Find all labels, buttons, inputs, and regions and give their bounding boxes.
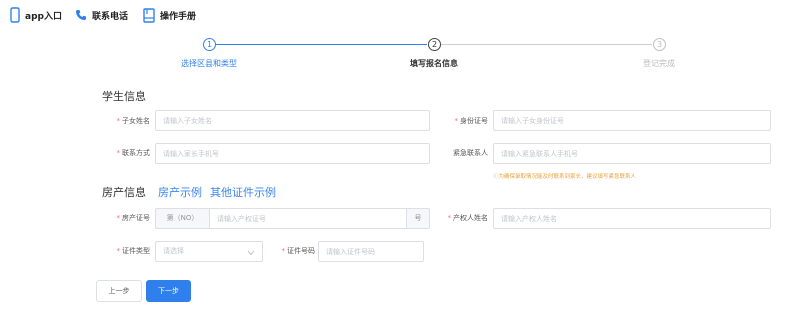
app-entry-link[interactable]: app入口 (10, 6, 62, 24)
app-entry-label: app入口 (25, 11, 62, 22)
step-connector-1-2 (216, 44, 427, 45)
emergency-contact-label: 紧急联系人 (453, 149, 488, 157)
next-step-button[interactable]: 下一步 (146, 280, 191, 302)
step-2-label: 填写报名信息 (410, 59, 458, 68)
required-mark: * (116, 117, 121, 125)
property-info-title: 房产信息 (102, 186, 146, 199)
id-number-label: * 身份证号 (454, 117, 489, 125)
contact-phone-label: 联系电话 (92, 11, 129, 22)
manual-book-icon (143, 7, 155, 23)
child-name-label: * 子女姓名 (116, 117, 151, 125)
cert-number-input[interactable] (209, 208, 407, 229)
step-3-circle: 3 (653, 38, 666, 51)
required-mark: * (116, 247, 121, 255)
phone-device-icon (10, 7, 20, 23)
emergency-hint: ⓘ为确保录取情况能及时联系到家长，建议填写紧急联系人 (493, 174, 637, 180)
emergency-contact-input[interactable] (493, 143, 771, 164)
required-mark: * (116, 149, 121, 157)
other-cert-example-link[interactable]: 其他证件示例 (210, 184, 276, 200)
doc-type-select[interactable]: 请选择 (155, 241, 263, 262)
step-1-label: 选择区县和类型 (181, 59, 237, 68)
doc-type-placeholder: 请选择 (163, 247, 184, 255)
contact-label: * 联系方式 (116, 149, 151, 157)
owner-name-label: * 产权人姓名 (447, 214, 489, 222)
step-2-circle: 2 (428, 38, 441, 51)
doc-number-input[interactable] (318, 241, 424, 262)
phone-icon (76, 10, 86, 20)
contact-phone-link[interactable]: 联系电话 (75, 6, 128, 24)
id-number-input[interactable] (493, 110, 771, 131)
required-mark: * (281, 247, 286, 255)
doc-number-label: * 证件号码 (281, 247, 316, 255)
student-info-title: 学生信息 (102, 90, 146, 103)
child-name-input[interactable] (155, 110, 430, 131)
manual-label: 操作手册 (160, 11, 197, 22)
chevron-down-icon (247, 250, 255, 256)
cert-prefix-addon: 第（NO） (155, 208, 210, 229)
cert-suffix-addon: 号 (406, 208, 430, 229)
doc-type-label: * 证件类型 (116, 247, 151, 255)
manual-link[interactable]: 操作手册 (143, 6, 196, 24)
step-1-circle: 1 (203, 38, 216, 51)
prev-step-button[interactable]: 上一步 (96, 280, 142, 302)
contact-input[interactable] (155, 143, 430, 164)
owner-name-input[interactable] (493, 208, 771, 229)
required-mark: * (447, 214, 452, 222)
cert-number-label: * 房产证号 (116, 214, 151, 222)
top-bar: app入口 联系电话 操作手册 (0, 0, 800, 30)
property-example-link[interactable]: 房产示例 (158, 184, 202, 200)
step-3-label: 登记完成 (643, 59, 675, 68)
required-mark: * (454, 117, 459, 125)
required-mark: * (116, 214, 121, 222)
step-connector-2-3 (441, 44, 652, 45)
